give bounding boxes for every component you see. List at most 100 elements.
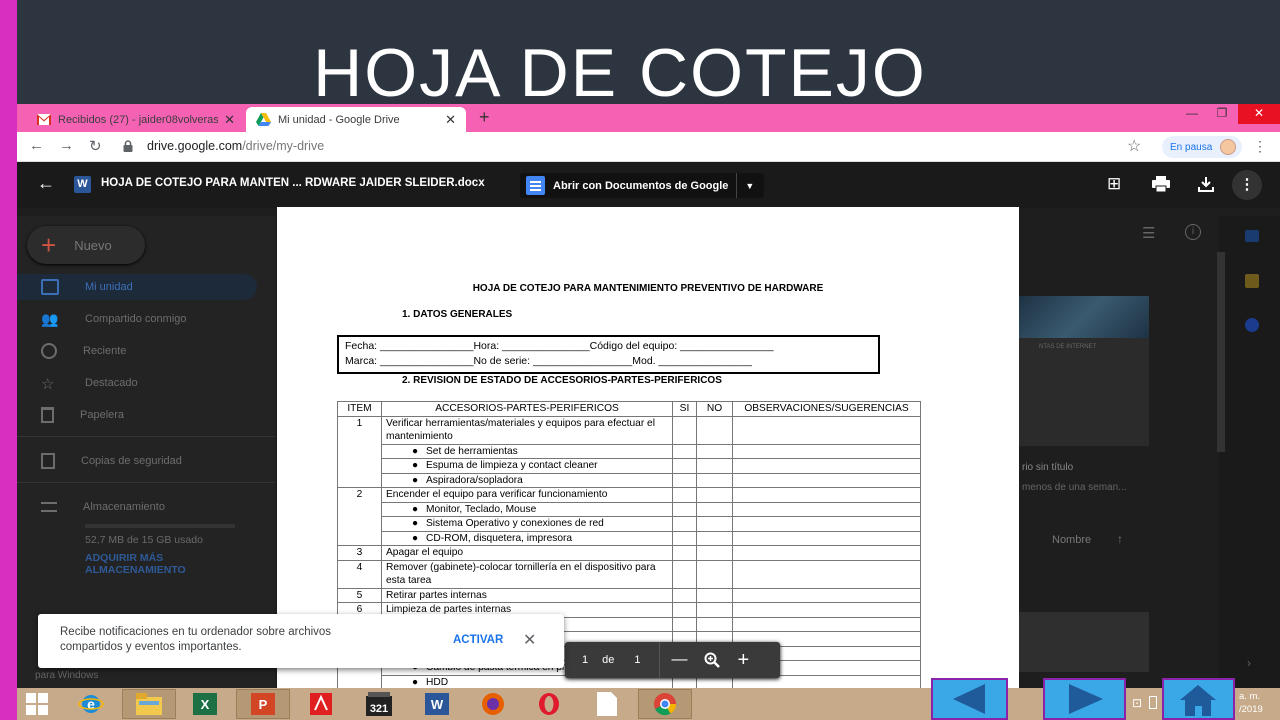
tab-drive[interactable]: Mi unidad - Google Drive ✕: [246, 107, 466, 132]
firefox-icon[interactable]: [477, 690, 509, 718]
file-explorer-icon[interactable]: [122, 689, 176, 719]
restore-button[interactable]: ❐: [1207, 104, 1237, 124]
sidebar-item-reciente[interactable]: Reciente: [17, 338, 257, 364]
back-arrow-icon[interactable]: ←: [37, 173, 55, 194]
bookmark-star-icon[interactable]: ☆: [1127, 136, 1141, 156]
powerpoint-icon[interactable]: P: [236, 689, 290, 719]
list-view-icon[interactable]: ☰: [1142, 224, 1155, 242]
section-heading-1: 1. DATOS GENERALES: [402, 309, 513, 320]
acrobat-icon[interactable]: [305, 690, 337, 718]
print-icon[interactable]: [1152, 176, 1170, 192]
more-options-icon[interactable]: ⋮: [1232, 170, 1262, 200]
windows-start-icon[interactable]: [21, 690, 53, 718]
page-of-label: de: [602, 654, 615, 666]
internet-explorer-icon[interactable]: e: [75, 690, 107, 718]
new-tab-button[interactable]: +: [479, 107, 490, 128]
taskbar-clock[interactable]: a. m. /2019: [1239, 690, 1263, 716]
svg-text:W: W: [431, 697, 444, 712]
sidebar-item-label: Compartido conmigo: [85, 313, 187, 325]
info-icon[interactable]: i: [1185, 224, 1201, 240]
tab-gmail[interactable]: Recibidos (27) - jaider08volveras ✕: [27, 107, 245, 132]
background-text: para Windows: [35, 670, 99, 681]
page-current[interactable]: 1: [582, 654, 588, 666]
tab-close-icon[interactable]: ✕: [224, 112, 235, 128]
zoom-icon[interactable]: [704, 652, 720, 668]
tray-network-icon[interactable]: ⊡: [1132, 696, 1142, 710]
bullet-icon: ●: [412, 518, 419, 529]
browser-menu-icon[interactable]: ⋮: [1253, 138, 1267, 155]
table-row: ● Aspiradora/sopladora: [338, 472, 921, 488]
media-player-icon[interactable]: 321: [363, 690, 395, 718]
profile-paused-button[interactable]: En pausa: [1162, 136, 1242, 158]
slide-next-button[interactable]: [1043, 678, 1126, 720]
storage-bar: [85, 524, 235, 528]
sort-arrow-icon[interactable]: ↑: [1117, 532, 1123, 546]
buy-storage-link[interactable]: ADQUIRIR MÁS ALMACENAMIENTO: [85, 552, 225, 576]
url-path: /drive/my-drive: [242, 139, 325, 153]
zoom-out-icon[interactable]: —: [672, 651, 688, 669]
side-panel: ›: [1219, 216, 1280, 688]
calendar-icon[interactable]: [1245, 230, 1259, 242]
activate-button[interactable]: ACTIVAR: [453, 634, 503, 646]
file-thumbnail-image: [1019, 296, 1149, 338]
url-host: drive.google.com: [147, 139, 243, 153]
word-icon[interactable]: W: [421, 690, 453, 718]
slide-home-button[interactable]: [1162, 678, 1235, 720]
sidebar-item-destacado[interactable]: ☆ Destacado: [17, 370, 257, 396]
row-text: Apagar el equipo: [381, 545, 673, 561]
file-thumbnail[interactable]: NTAS DE INTERNET: [1019, 296, 1149, 446]
close-window-button[interactable]: ✕: [1238, 104, 1280, 124]
tray-battery-icon[interactable]: [1149, 696, 1157, 709]
row-text: Aspiradora/sopladora: [426, 474, 523, 486]
lock-icon: [123, 140, 133, 152]
keep-icon[interactable]: [1245, 274, 1259, 288]
slide-previous-button[interactable]: [931, 678, 1008, 720]
blank-document-icon[interactable]: [591, 690, 623, 718]
expand-panel-icon[interactable]: ›: [1247, 656, 1251, 670]
table-row: 3 Apagar el equipo: [337, 545, 921, 561]
chrome-icon[interactable]: [638, 689, 692, 719]
svg-text:X: X: [201, 697, 210, 712]
address-bar[interactable]: drive.google.com/drive/my-drive: [147, 139, 324, 153]
back-arrow-icon[interactable]: ←: [29, 137, 44, 154]
sort-by-name[interactable]: Nombre: [1052, 534, 1091, 546]
section-heading-2: 2. REVISION DE ESTADO DE ACCESORIOS-PART…: [402, 375, 722, 386]
sidebar-item-compartido[interactable]: 👥 Compartido conmigo: [17, 306, 257, 332]
header-accessories: ACCESORIOS-PARTES-PERIFERICOS: [381, 401, 673, 417]
add-comment-icon[interactable]: ⊞: [1107, 174, 1121, 194]
clock-icon: [41, 343, 57, 359]
row-text: Remover (gabinete)-colocar tornillería e…: [381, 559, 673, 589]
tasks-icon[interactable]: [1245, 318, 1259, 332]
plus-icon: +: [41, 230, 57, 260]
opera-icon[interactable]: [533, 690, 565, 718]
minimize-button[interactable]: —: [1177, 104, 1207, 124]
download-icon[interactable]: [1198, 176, 1214, 192]
profile-status-label: En pausa: [1170, 141, 1213, 153]
sidebar-item-label: Destacado: [85, 377, 138, 389]
file-name: rio sin título: [1022, 462, 1074, 473]
svg-text:321: 321: [370, 703, 388, 715]
row-text: CD-ROM, disquetera, impresora: [426, 532, 573, 544]
new-button[interactable]: + Nuevo: [27, 226, 145, 264]
header-no: NO: [696, 401, 733, 417]
forward-arrow-icon[interactable]: →: [59, 137, 74, 154]
sidebar-item-almacenamiento[interactable]: Almacenamiento: [17, 494, 257, 520]
scrollbar[interactable]: [1217, 252, 1225, 452]
sidebar-item-copias[interactable]: Copias de seguridad: [17, 448, 257, 474]
open-with-docs-button[interactable]: Abrir con Documentos de Google ▼: [520, 173, 764, 198]
zoom-in-icon[interactable]: +: [738, 649, 750, 672]
file-thumbnail[interactable]: [1019, 612, 1149, 672]
excel-icon[interactable]: X: [189, 690, 221, 718]
sidebar-item-label: Mi unidad: [85, 281, 133, 293]
tab-close-icon[interactable]: ✕: [445, 112, 456, 128]
tab-drive-title: Mi unidad - Google Drive: [278, 113, 400, 126]
bullet-icon: ●: [412, 460, 419, 471]
sidebar-item-papelera[interactable]: Papelera: [17, 402, 257, 428]
table-row: ● Set de herramientas: [338, 443, 921, 459]
sidebar-item-mi-unidad[interactable]: Mi unidad: [17, 274, 257, 300]
row-text: Espuma de limpieza y contact cleaner: [426, 460, 598, 471]
triangle-left-icon: [953, 684, 985, 714]
chevron-down-icon[interactable]: ▼: [745, 181, 754, 191]
reload-icon[interactable]: ↻: [89, 137, 102, 155]
close-icon[interactable]: ✕: [523, 630, 536, 650]
